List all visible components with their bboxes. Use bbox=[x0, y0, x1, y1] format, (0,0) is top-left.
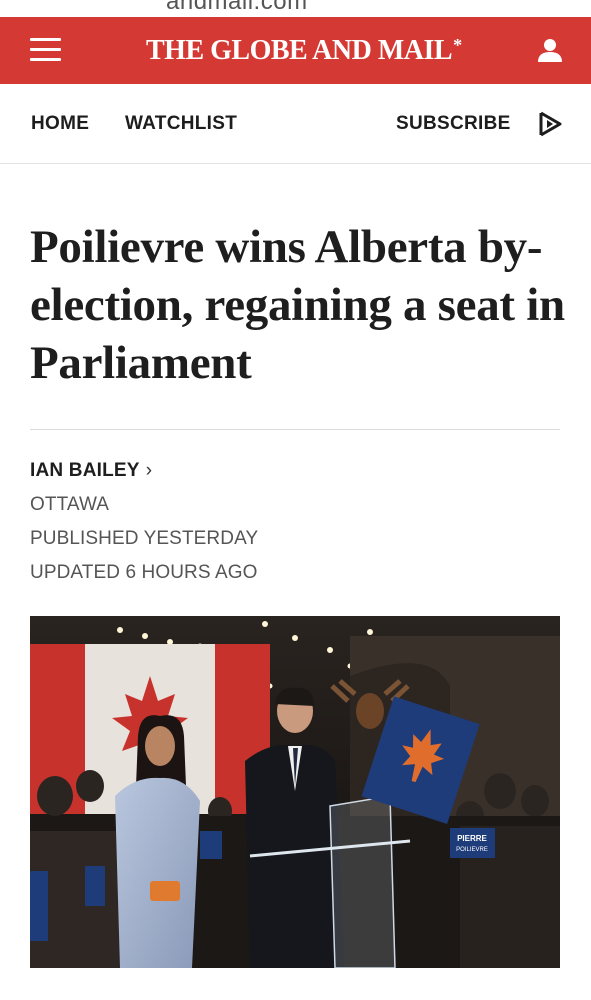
chevron-right-icon: › bbox=[145, 460, 153, 481]
browser-url-strip: andmail.com bbox=[0, 0, 591, 17]
updated-time: UPDATED 6 HOURS AGO bbox=[30, 562, 258, 583]
url-text: andmail.com bbox=[166, 0, 308, 15]
article-headline: Poilievre wins Alberta by-election, rega… bbox=[30, 221, 565, 389]
author-byline[interactable]: IAN BAILEY › bbox=[30, 460, 152, 482]
nav-home[interactable]: HOME bbox=[31, 113, 89, 135]
site-header: THE GLOBE AND MAIL* bbox=[0, 17, 591, 84]
headline-divider bbox=[30, 429, 560, 430]
nav-subscribe[interactable]: SUBSCRIBE bbox=[396, 113, 511, 135]
article-photo[interactable]: PIERRE POILIEVRE bbox=[30, 616, 560, 968]
dateline-location: OTTAWA bbox=[30, 494, 110, 515]
play-video-icon[interactable] bbox=[538, 111, 564, 137]
author-name: IAN BAILEY bbox=[30, 460, 140, 481]
nav-watchlist[interactable]: WATCHLIST bbox=[125, 113, 237, 135]
brand-name: THE GLOBE AND MAIL bbox=[146, 35, 453, 66]
sign-text-pierre: PIERRE bbox=[457, 834, 487, 843]
user-icon[interactable] bbox=[537, 37, 563, 63]
published-time: PUBLISHED YESTERDAY bbox=[30, 528, 259, 549]
site-logo[interactable]: THE GLOBE AND MAIL* bbox=[146, 35, 462, 67]
sign-text-poilievre: POILIEVRE bbox=[456, 847, 488, 853]
hamburger-menu-icon[interactable] bbox=[30, 38, 61, 62]
brand-mark: * bbox=[453, 35, 462, 55]
top-nav: HOME WATCHLIST SUBSCRIBE bbox=[0, 84, 591, 164]
photo-illustration: PIERRE POILIEVRE bbox=[30, 616, 560, 968]
